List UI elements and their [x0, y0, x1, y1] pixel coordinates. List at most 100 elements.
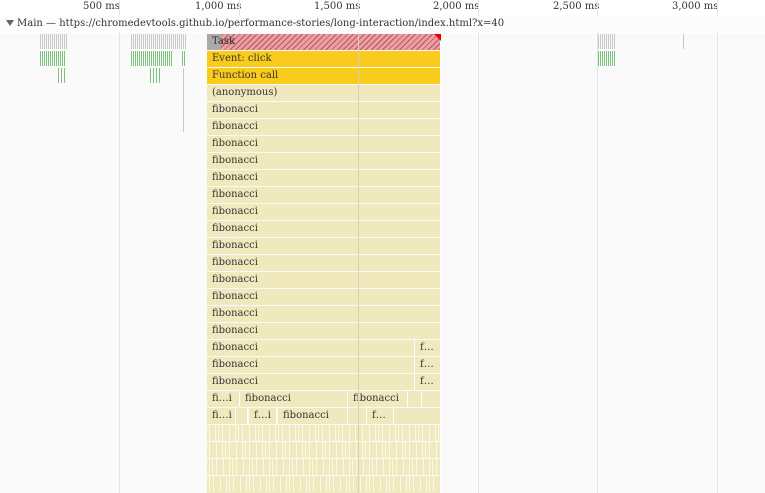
fibonacci-bar[interactable]: fibonacci	[207, 170, 441, 186]
fibonacci-bar[interactable]: fibonacci	[207, 221, 441, 237]
activity-mark	[48, 51, 49, 66]
call-stripe	[429, 476, 430, 492]
fibonacci-bar[interactable]: fibonacci	[207, 102, 441, 118]
call-stripe	[285, 442, 286, 458]
call-stripe	[338, 425, 339, 441]
activity-mark	[141, 34, 142, 49]
activity-mark	[147, 51, 148, 66]
gridline	[119, 0, 120, 493]
fibonacci-bar-tiny[interactable]	[408, 391, 422, 407]
call-stripe	[360, 476, 361, 492]
function-call-bar[interactable]: Function call	[207, 68, 441, 84]
fibonacci-bar-short[interactable]: f…	[415, 374, 441, 390]
call-stripe	[220, 476, 221, 492]
call-stripe	[256, 442, 257, 458]
call-stripe	[249, 442, 250, 458]
fibonacci-bar[interactable]: fibonacci	[240, 391, 348, 407]
fibonacci-bar[interactable]: fibonacci	[207, 374, 415, 390]
call-stripe	[269, 442, 270, 458]
fibonacci-bar[interactable]: fibonacci	[207, 323, 441, 339]
activity-mark	[139, 34, 140, 49]
call-stripe	[389, 459, 390, 475]
fibonacci-bar-short[interactable]: f…	[415, 340, 441, 356]
call-stripe	[336, 442, 337, 458]
fibonacci-bar[interactable]: fibonacci	[207, 119, 441, 135]
activity-mark	[612, 34, 613, 49]
fibonacci-bar[interactable]: fibonacci	[207, 340, 415, 356]
fibonacci-bar[interactable]: fibonacci	[278, 408, 348, 424]
fibonacci-bar[interactable]: fibonacci	[207, 255, 441, 271]
activity-mark	[153, 68, 154, 83]
call-stripe	[316, 459, 317, 475]
activity-mark	[683, 34, 684, 49]
activity-mark	[167, 51, 168, 66]
event-click-bar[interactable]: Event: click	[207, 51, 441, 67]
call-stripe	[302, 425, 303, 441]
call-stripe	[265, 442, 266, 458]
fibonacci-bar[interactable]: fibonacci	[207, 204, 441, 220]
anonymous-bar[interactable]: (anonymous)	[207, 85, 441, 101]
call-stripe	[280, 476, 281, 492]
call-stripe	[349, 425, 350, 441]
call-stripe	[342, 442, 343, 458]
activity-mark	[171, 51, 172, 66]
task-bar[interactable]: Task	[207, 34, 441, 50]
fibonacci-bar[interactable]: fibonacci	[207, 136, 441, 152]
call-stripe	[382, 442, 383, 458]
call-stripe	[398, 425, 399, 441]
call-stripe	[260, 476, 261, 492]
tick-label: 500 ms	[83, 1, 120, 12]
call-stripe	[356, 442, 357, 458]
fibonacci-bar[interactable]: fibonacci	[207, 187, 441, 203]
fibonacci-bar-tiny[interactable]	[422, 391, 441, 407]
call-stripe	[353, 476, 354, 492]
activity-mark	[149, 34, 150, 49]
call-stripe	[342, 425, 343, 441]
call-stripe	[435, 425, 436, 441]
activity-mark	[598, 51, 599, 66]
call-stripe	[273, 476, 274, 492]
fibonacci-bar[interactable]: fibonacci	[207, 357, 415, 373]
fibonacci-bar[interactable]: fibonacci	[207, 289, 441, 305]
fibonacci-bar-tiny[interactable]	[236, 408, 248, 424]
fibonacci-bar-tiny[interactable]	[394, 408, 441, 424]
call-stripe	[343, 459, 344, 475]
call-stripe	[329, 476, 330, 492]
call-stripe	[402, 425, 403, 441]
activity-mark	[135, 34, 136, 49]
call-stripe	[316, 442, 317, 458]
fibonacci-bar-short[interactable]: fi…i	[207, 391, 240, 407]
call-stripe	[383, 459, 384, 475]
selection-line	[358, 34, 359, 493]
activity-mark	[46, 34, 47, 49]
call-stripe	[218, 425, 219, 441]
fibonacci-bar-short[interactable]: fi…i	[207, 408, 236, 424]
activity-mark	[64, 34, 65, 49]
fibonacci-bar[interactable]: fibonacci	[207, 238, 441, 254]
fibonacci-bar-short[interactable]: f…	[415, 357, 441, 373]
activity-mark	[159, 34, 160, 49]
fibonacci-bar-short[interactable]: f…	[367, 408, 394, 424]
call-stripe	[406, 476, 407, 492]
call-stripe	[329, 442, 330, 458]
call-stripe	[295, 425, 296, 441]
collapse-triangle-icon[interactable]	[6, 20, 14, 26]
activity-mark	[66, 34, 67, 49]
call-stripe	[306, 476, 307, 492]
activity-mark	[137, 34, 138, 49]
call-stripe	[389, 476, 390, 492]
activity-mark	[150, 68, 151, 83]
call-stripe	[269, 425, 270, 441]
activity-mark	[604, 34, 605, 49]
call-stripe	[363, 459, 364, 475]
fibonacci-bar-short[interactable]: f…i	[249, 408, 277, 424]
time-ruler[interactable]: 500 ms 1,000 ms 1,500 ms 2,000 ms 2,500 …	[0, 0, 765, 14]
call-stripe	[389, 425, 390, 441]
fibonacci-bar[interactable]: fibonacci	[348, 391, 408, 407]
fibonacci-bar[interactable]: fibonacci	[207, 272, 441, 288]
fibonacci-bar[interactable]: fibonacci	[207, 153, 441, 169]
fibonacci-bar[interactable]: fibonacci	[207, 306, 441, 322]
call-stripe	[262, 425, 263, 441]
tick-label: 3,000 ms	[672, 1, 719, 12]
activity-mark	[143, 51, 144, 66]
